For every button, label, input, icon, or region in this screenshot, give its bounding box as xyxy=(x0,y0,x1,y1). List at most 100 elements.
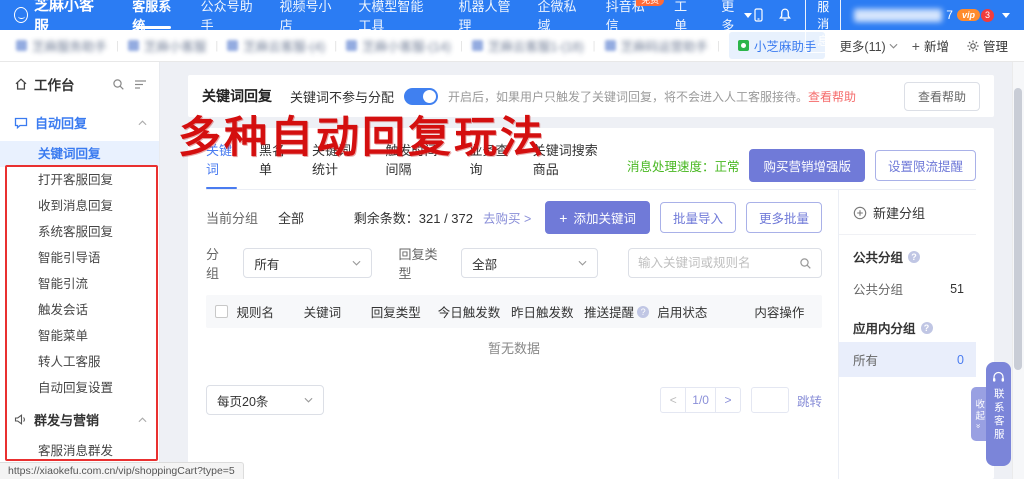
prev-page-button[interactable]: < xyxy=(660,387,686,413)
sidebar-group-marketing[interactable]: 群发与营销 xyxy=(0,401,159,438)
page-title: 关键词回复 xyxy=(202,86,272,106)
buy-marketing-plus-button[interactable]: 购买营销增强版 xyxy=(749,149,865,182)
select-all-checkbox[interactable] xyxy=(215,305,228,318)
col-enabled-status: 启用状态 xyxy=(657,302,736,321)
vip-badge: vip xyxy=(957,9,980,21)
app-tab-blurred-2[interactable]: 芝麻小客服 xyxy=(128,36,207,55)
tab-trigger-interval[interactable]: 触发时间间隔 xyxy=(386,140,448,189)
browser-status-url: https://xiaokefu.com.cn/vip/shoppingCart… xyxy=(0,462,244,479)
go-purchase-link[interactable]: 去购买 > xyxy=(483,208,531,227)
question-circle-icon[interactable]: ? xyxy=(908,251,920,263)
tab-keyword-product-search[interactable]: 关键词搜索商品 xyxy=(533,140,605,189)
scrollbar-track[interactable] xyxy=(1012,62,1024,479)
sidebar-item-trigger-session[interactable]: 触发会话 xyxy=(0,297,159,323)
kefu-messages-button[interactable]: 客服消息 xyxy=(805,0,841,53)
app-tab-blurred-3[interactable]: 芝麻云客服-(4) xyxy=(227,36,325,55)
mobile-phone-icon[interactable] xyxy=(752,8,765,22)
sidebar-item-kefu-mass-message[interactable]: 客服消息群发 xyxy=(0,438,159,464)
app-icon xyxy=(346,40,357,51)
sidebar-item-smart-menu[interactable]: 智能菜单 xyxy=(0,323,159,349)
primary-nav: 客服系统 公众号助手 视频号小店 大模型智能工具 机器人管理 企微私域 抖音私信… xyxy=(132,0,752,30)
tab-keyword-stats[interactable]: 关键词统计 xyxy=(312,140,364,189)
app-icon xyxy=(227,40,238,51)
keyword-main-card: 关键词 黑名单 关键词统计 触发时间间隔 业务查询 关键词搜索商品 消息处理速度… xyxy=(188,128,994,479)
col-content-actions: 内容操作 xyxy=(737,302,822,321)
divider: | xyxy=(460,40,463,52)
user-account[interactable]: 7 vip 3 xyxy=(854,8,1010,22)
nav-item-llm-tools[interactable]: 大模型智能工具 xyxy=(358,0,432,30)
tab-keyword[interactable]: 关键词 xyxy=(206,140,237,189)
keyword-search-input[interactable] xyxy=(638,256,799,270)
sidebar-item-keyword-reply[interactable]: 关键词回复 xyxy=(0,141,159,167)
public-group-row[interactable]: 公共分组 51 xyxy=(839,271,976,306)
sidebar-item-to-human-agent[interactable]: 转人工客服 xyxy=(0,349,159,375)
col-yesterday-triggers: 昨日触发数 xyxy=(511,302,584,321)
col-rule-name: 规则名 xyxy=(237,302,304,321)
nav-item-video-shop[interactable]: 视频号小店 xyxy=(280,0,333,30)
sidebar-item-smart-traffic[interactable]: 智能引流 xyxy=(0,271,159,297)
group-filter-select[interactable]: 所有 xyxy=(243,248,372,278)
username-suffix: 7 xyxy=(946,8,953,22)
page-size-select[interactable]: 每页20条 xyxy=(206,385,324,415)
app-tab-label: 芝麻小客服-(14) xyxy=(362,36,451,55)
keyword-list-panel: 当前分组 全部 剩余条数：321 / 372 去购买 > +添加关键词 批量导入… xyxy=(206,190,838,479)
app-tab-label: 芝麻小客服 xyxy=(144,36,207,55)
menu-filter-icon[interactable] xyxy=(134,79,147,90)
sidebar-item-auto-reply-settings[interactable]: 自动回复设置 xyxy=(0,375,159,401)
nav-label: 公众号助手 xyxy=(201,0,254,34)
reply-type-filter-select[interactable]: 全部 xyxy=(461,248,598,278)
nav-item-douyin-dm[interactable]: 抖音私信 免费 xyxy=(606,0,648,30)
scrollbar-thumb[interactable] xyxy=(1014,88,1022,370)
current-group-label: 当前分组 xyxy=(206,208,258,227)
current-group-value[interactable]: 全部 xyxy=(278,208,304,227)
page-jump-input[interactable] xyxy=(751,387,789,413)
col-push-alert-label: 推送提醒 xyxy=(584,302,634,321)
app-group-header-label: 应用内分组 xyxy=(853,318,916,337)
sidebar-item-smart-guide[interactable]: 智能引导语 xyxy=(0,245,159,271)
nav-item-robot-mgmt[interactable]: 机器人管理 xyxy=(459,0,512,30)
tab-business-query[interactable]: 业务查询 xyxy=(469,140,510,189)
app-group-row-all[interactable]: 所有 0 xyxy=(839,342,976,377)
set-rate-limit-alert-button[interactable]: 设置限流提醒 xyxy=(875,150,976,181)
nav-item-wecom[interactable]: 企微私域 xyxy=(537,0,579,30)
nav-item-official-account[interactable]: 公众号助手 xyxy=(201,0,254,30)
tab-blacklist[interactable]: 黑名单 xyxy=(259,140,290,189)
brand-logo[interactable]: 芝麻小客服 xyxy=(14,0,98,36)
question-circle-icon[interactable]: ? xyxy=(921,322,933,334)
sidebar-header: 工作台 xyxy=(0,62,159,104)
new-group-button[interactable]: 新建分组 xyxy=(839,190,976,235)
app-tab-blurred-4[interactable]: 芝麻小客服-(14) xyxy=(346,36,451,55)
hint-help-link[interactable]: 查看帮助 xyxy=(808,88,856,105)
chat-bubble-icon xyxy=(14,117,28,129)
nav-item-more[interactable]: 更多 xyxy=(721,0,752,30)
view-help-button[interactable]: 查看帮助 xyxy=(904,82,980,111)
no-assign-toggle[interactable] xyxy=(404,88,438,105)
col-push-alert: 推送提醒? xyxy=(584,302,657,321)
contact-support-button[interactable]: 联系客服 xyxy=(986,362,1011,466)
page-jump-button[interactable]: 跳转 xyxy=(797,391,822,410)
app-tab-blurred-1[interactable]: 芝麻服务助手 xyxy=(16,36,107,55)
app-tab-blurred-5[interactable]: 芝麻云客服1-(18) xyxy=(472,36,584,55)
group-row-label: 所有 xyxy=(853,350,878,369)
sidebar-item-open-kefu-reply[interactable]: 打开客服回复 xyxy=(0,167,159,193)
sidebar-group-auto-reply[interactable]: 自动回复 xyxy=(0,104,159,141)
batch-import-button[interactable]: 批量导入 xyxy=(660,202,736,233)
search-icon[interactable] xyxy=(112,78,125,91)
sidebar-item-system-kefu-reply[interactable]: 系统客服回复 xyxy=(0,219,159,245)
plus-icon: + xyxy=(559,213,567,223)
more-batch-button[interactable]: 更多批量 xyxy=(746,202,822,233)
app-tab-blurred-6[interactable]: 芝麻码运营助手 xyxy=(605,36,709,55)
search-icon[interactable] xyxy=(799,257,812,270)
chevron-down-icon xyxy=(578,260,587,266)
workbench-label: 工作台 xyxy=(34,74,75,94)
sidebar-item-received-msg-reply[interactable]: 收到消息回复 xyxy=(0,193,159,219)
collapse-widget-button[interactable]: 收起 » xyxy=(971,387,986,441)
question-circle-icon[interactable]: ? xyxy=(637,306,649,318)
next-page-button[interactable]: > xyxy=(715,387,741,413)
nav-item-kefu-system[interactable]: 客服系统 xyxy=(132,0,174,30)
nav-item-work-order[interactable]: 工单 xyxy=(674,0,695,30)
keyword-search-box xyxy=(628,248,822,278)
notification-bell-icon[interactable] xyxy=(778,8,792,22)
keyword-tabs-row: 关键词 黑名单 关键词统计 触发时间间隔 业务查询 关键词搜索商品 消息处理速度… xyxy=(206,140,976,190)
add-keyword-button[interactable]: +添加关键词 xyxy=(545,201,650,234)
